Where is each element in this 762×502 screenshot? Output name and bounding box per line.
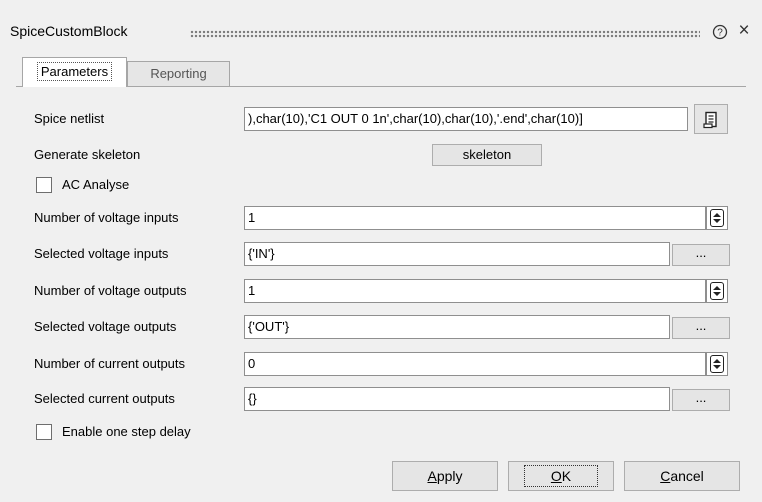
- one-step-delay-label: Enable one step delay: [62, 424, 191, 439]
- generate-skeleton-label: Generate skeleton: [34, 147, 141, 162]
- spice-netlist-input[interactable]: ),char(10),'C1 OUT 0 1n',char(10),char(1…: [244, 107, 688, 131]
- help-icon[interactable]: ?: [712, 24, 728, 40]
- ok-label-rest: K: [561, 468, 572, 484]
- sel-current-outputs-browse-button[interactable]: ...: [672, 389, 730, 411]
- apply-button[interactable]: Apply: [392, 461, 498, 491]
- sel-voltage-outputs-browse-button[interactable]: ...: [672, 317, 730, 339]
- window-title: SpiceCustomBlock: [10, 23, 128, 39]
- edit-netlist-button[interactable]: [694, 104, 728, 134]
- spin-updown-icon: [710, 282, 724, 300]
- ac-analyse-checkbox[interactable]: [36, 177, 52, 193]
- num-voltage-outputs-spinner[interactable]: [706, 279, 728, 303]
- sel-voltage-inputs-label: Selected voltage inputs: [34, 246, 169, 261]
- num-voltage-outputs-label: Number of voltage outputs: [34, 283, 187, 298]
- apply-mnemonic: A: [427, 468, 437, 484]
- num-voltage-inputs-spinner[interactable]: [706, 206, 728, 230]
- cancel-mnemonic: C: [660, 468, 671, 484]
- sel-voltage-inputs-field[interactable]: {'IN'}: [244, 242, 670, 266]
- ok-focus-frame: OK: [523, 465, 599, 487]
- num-current-outputs-label: Number of current outputs: [34, 356, 186, 371]
- drag-grip[interactable]: [190, 30, 700, 38]
- sel-voltage-outputs-label: Selected voltage outputs: [34, 319, 177, 334]
- close-icon[interactable]: ×: [736, 21, 752, 40]
- ok-button[interactable]: OK: [508, 461, 614, 491]
- num-current-outputs-field[interactable]: 0: [244, 352, 706, 376]
- apply-label-rest: pply: [436, 468, 463, 484]
- spin-updown-icon: [710, 355, 724, 373]
- ac-analyse-label: AC Analyse: [62, 177, 130, 192]
- one-step-delay-checkbox[interactable]: [36, 424, 52, 440]
- cancel-label-rest: ancel: [670, 468, 704, 484]
- sel-voltage-inputs-browse-button[interactable]: ...: [672, 244, 730, 266]
- sel-current-outputs-label: Selected current outputs: [34, 391, 175, 406]
- edit-script-icon: [703, 111, 717, 129]
- spice-netlist-value: ),char(10),'C1 OUT 0 1n',char(10),char(1…: [248, 111, 583, 126]
- sel-voltage-outputs-field[interactable]: {'OUT'}: [244, 315, 670, 339]
- spin-updown-icon: [710, 209, 724, 227]
- num-voltage-inputs-label: Number of voltage inputs: [34, 210, 179, 225]
- tab-parameters[interactable]: Parameters: [22, 57, 127, 87]
- cancel-button[interactable]: Cancel: [624, 461, 740, 491]
- spice-netlist-label: Spice netlist: [34, 111, 105, 126]
- sel-current-outputs-field[interactable]: {}: [244, 387, 670, 411]
- tab-reporting[interactable]: Reporting: [127, 61, 230, 86]
- svg-text:?: ?: [717, 28, 723, 39]
- num-voltage-inputs-field[interactable]: 1: [244, 206, 706, 230]
- ok-mnemonic: O: [550, 468, 562, 484]
- tab-reporting-label: Reporting: [150, 66, 207, 81]
- skeleton-button[interactable]: skeleton: [432, 144, 542, 166]
- num-voltage-outputs-field[interactable]: 1: [244, 279, 706, 303]
- num-current-outputs-spinner[interactable]: [706, 352, 728, 376]
- tab-parameters-label: Parameters: [36, 62, 113, 81]
